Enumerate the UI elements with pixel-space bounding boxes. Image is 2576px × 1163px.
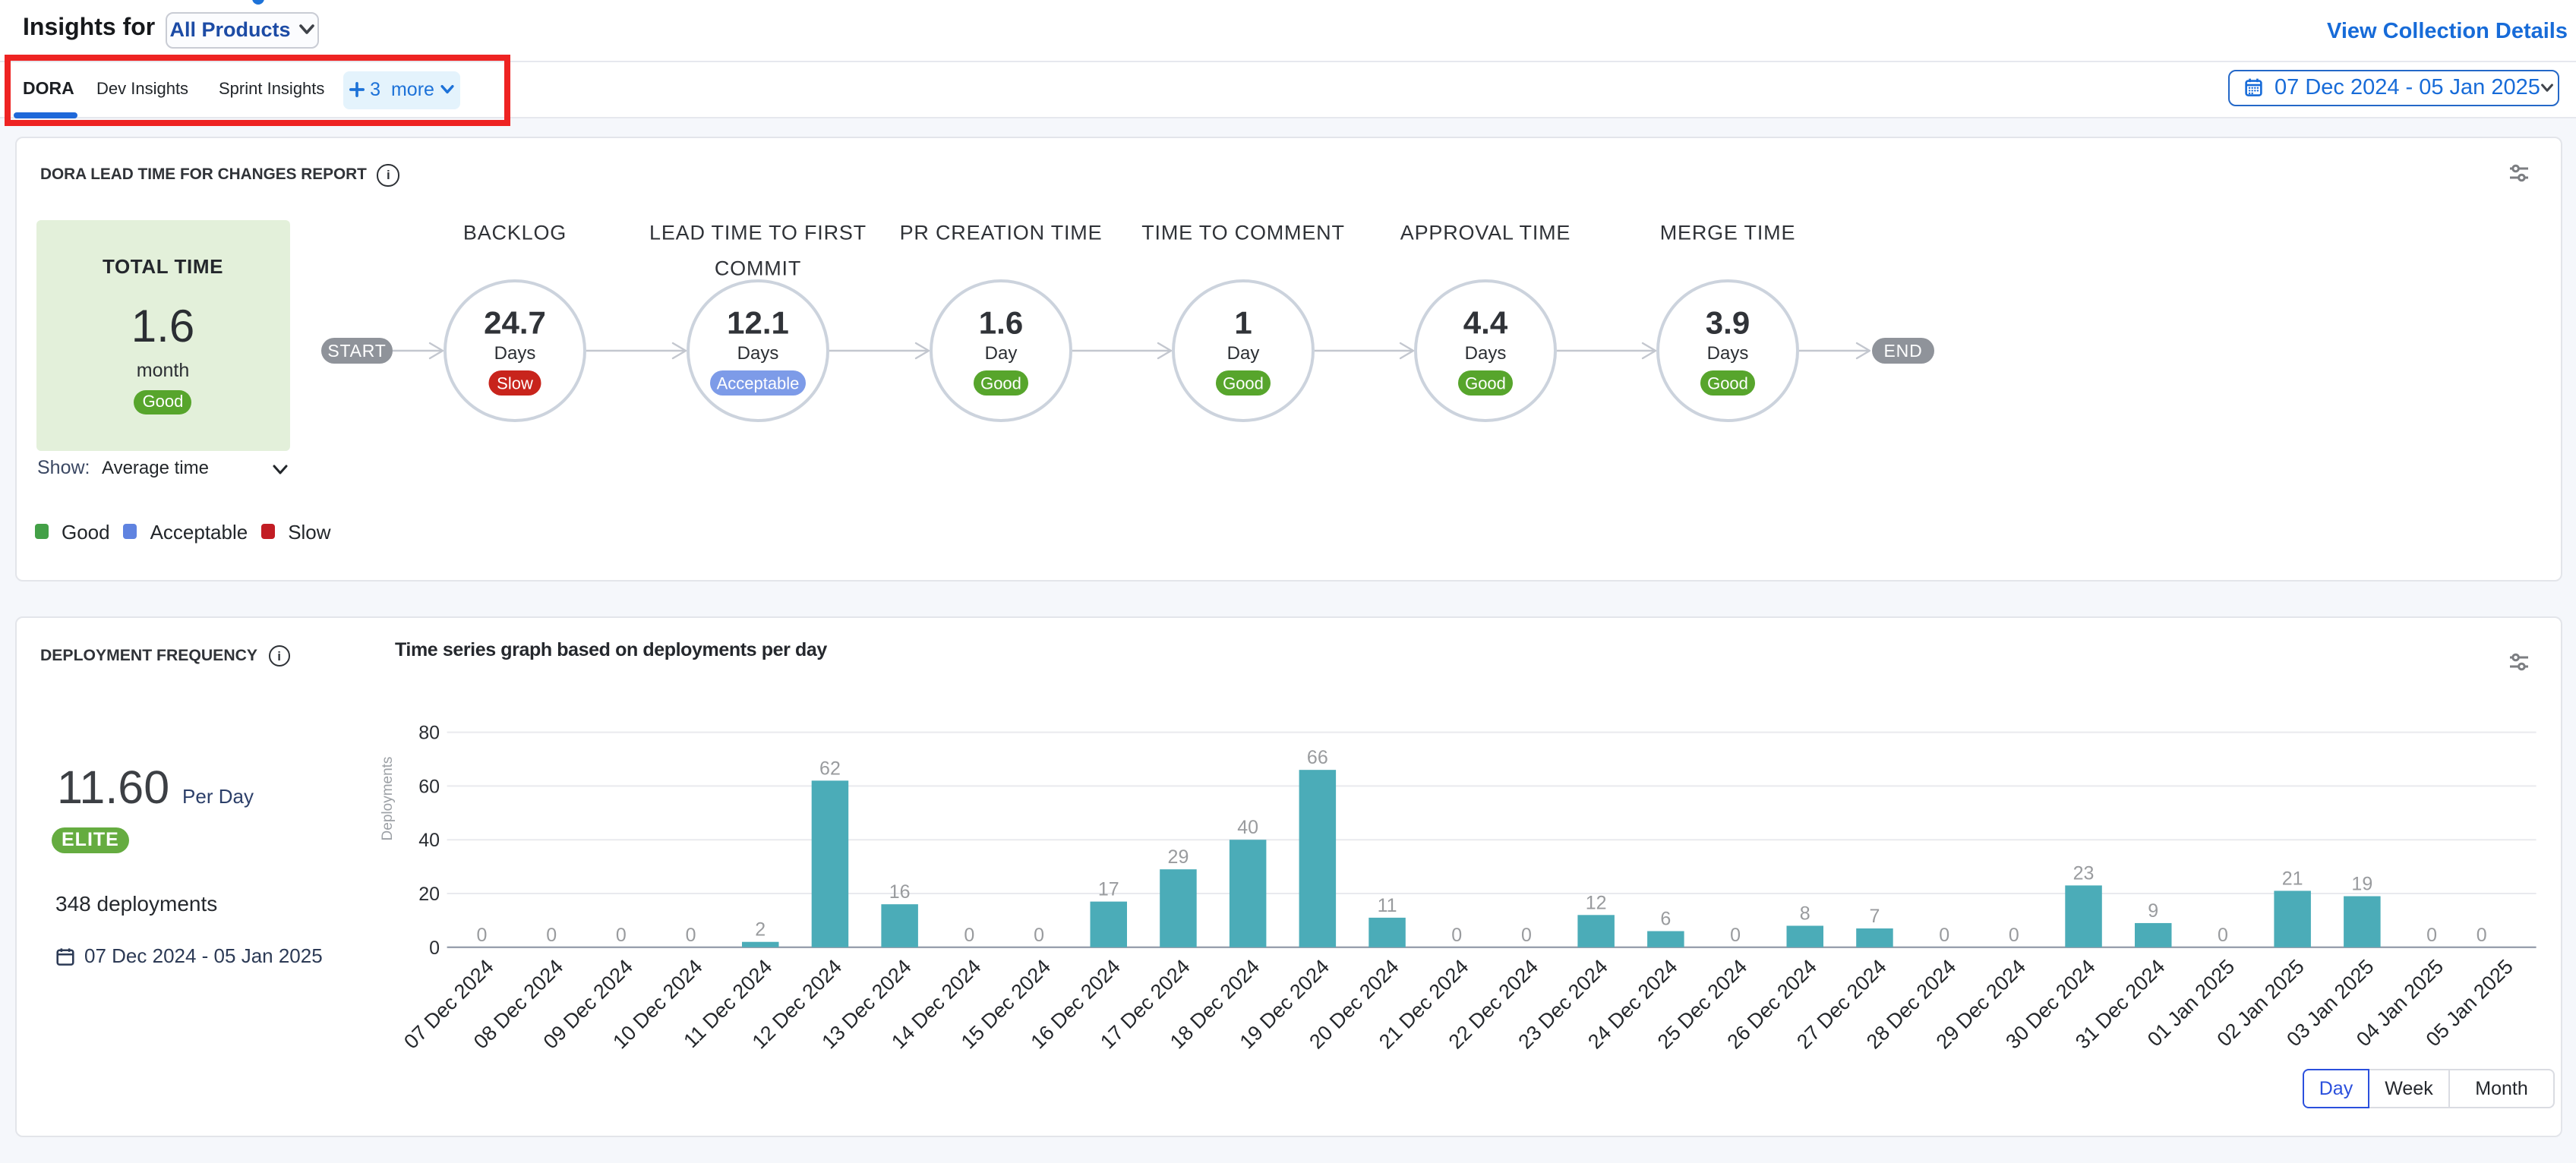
svg-text:0: 0 <box>2426 925 2436 946</box>
svg-text:END: END <box>1883 340 1922 360</box>
svg-text:Good: Good <box>1222 373 1263 392</box>
svg-text:Days: Days <box>494 342 535 363</box>
svg-text:Days: Days <box>1706 342 1748 363</box>
svg-text:12: 12 <box>1585 892 1606 913</box>
svg-text:11: 11 <box>1377 895 1397 916</box>
svg-text:Days: Days <box>1464 342 1506 363</box>
svg-text:9: 9 <box>2147 900 2158 922</box>
svg-text:0: 0 <box>2476 925 2486 946</box>
svg-text:Day: Day <box>984 342 1017 363</box>
svg-text:20: 20 <box>418 884 439 905</box>
svg-text:24.7: 24.7 <box>483 304 545 339</box>
svg-text:TIME TO COMMENT: TIME TO COMMENT <box>1141 220 1344 243</box>
svg-text:0: 0 <box>963 925 974 946</box>
svg-text:0: 0 <box>1729 925 1740 946</box>
svg-text:Acceptable: Acceptable <box>716 373 799 392</box>
svg-text:BACKLOG: BACKLOG <box>462 220 566 243</box>
svg-text:0: 0 <box>615 925 626 946</box>
svg-text:60: 60 <box>418 776 439 797</box>
svg-text:Slow: Slow <box>496 373 532 392</box>
svg-text:29: 29 <box>1167 846 1189 868</box>
svg-text:4.4: 4.4 <box>1463 304 1507 339</box>
svg-text:0: 0 <box>476 925 487 946</box>
svg-text:40: 40 <box>418 830 439 851</box>
svg-text:3.9: 3.9 <box>1705 304 1749 339</box>
svg-text:0: 0 <box>2008 925 2019 946</box>
svg-text:21: 21 <box>2281 868 2303 889</box>
svg-text:16: 16 <box>889 881 910 903</box>
svg-text:1: 1 <box>1233 304 1251 339</box>
svg-text:62: 62 <box>819 758 840 779</box>
svg-text:0: 0 <box>1938 925 1949 946</box>
svg-text:6: 6 <box>1659 909 1670 930</box>
svg-text:40: 40 <box>1236 817 1258 838</box>
svg-text:0: 0 <box>428 938 439 959</box>
svg-text:23: 23 <box>2072 862 2094 884</box>
svg-text:COMMIT: COMMIT <box>714 256 800 279</box>
svg-text:0: 0 <box>1451 925 1461 946</box>
svg-text:66: 66 <box>1306 747 1327 768</box>
svg-text:7: 7 <box>1869 906 1880 927</box>
svg-text:Deployments: Deployments <box>379 757 395 841</box>
svg-text:0: 0 <box>1033 925 1043 946</box>
svg-text:17: 17 <box>1097 879 1119 900</box>
svg-text:2: 2 <box>754 919 765 941</box>
svg-text:0: 0 <box>1520 925 1531 946</box>
svg-text:Good: Good <box>980 373 1021 392</box>
svg-text:8: 8 <box>1799 903 1810 924</box>
svg-text:0: 0 <box>2217 925 2227 946</box>
svg-text:12.1: 12.1 <box>726 304 788 339</box>
svg-text:LEAD TIME TO FIRST: LEAD TIME TO FIRST <box>649 220 866 243</box>
svg-text:PR CREATION TIME: PR CREATION TIME <box>899 220 1102 243</box>
svg-text:Good: Good <box>1706 373 1747 392</box>
svg-text:19: 19 <box>2350 874 2372 895</box>
svg-text:Good: Good <box>1464 373 1505 392</box>
svg-text:START: START <box>327 340 385 360</box>
svg-text:Day: Day <box>1226 342 1259 363</box>
svg-text:0: 0 <box>545 925 556 946</box>
svg-text:MERGE TIME: MERGE TIME <box>1659 220 1795 243</box>
svg-text:0: 0 <box>685 925 696 946</box>
svg-text:Days: Days <box>737 342 778 363</box>
svg-text:APPROVAL TIME: APPROVAL TIME <box>1400 220 1570 243</box>
svg-text:1.6: 1.6 <box>978 304 1022 339</box>
svg-text:80: 80 <box>418 723 439 744</box>
